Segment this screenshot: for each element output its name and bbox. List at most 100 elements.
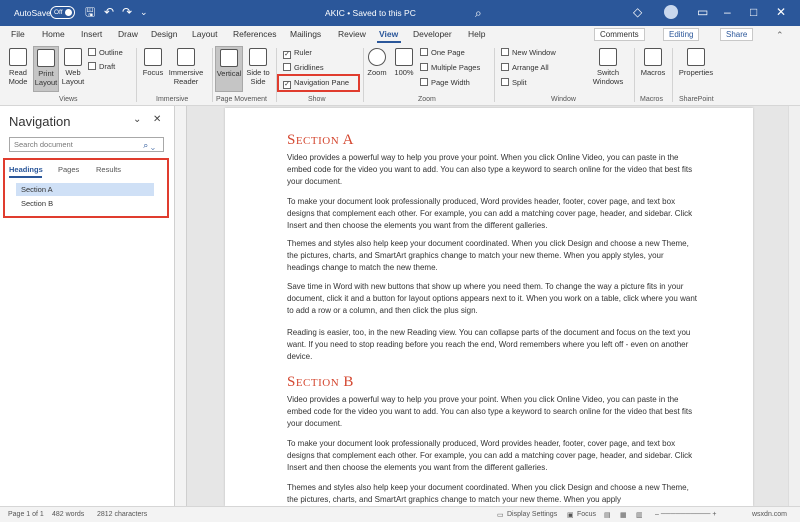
new-window-button[interactable]: New Window	[501, 48, 556, 58]
read-mode-icon[interactable]: ▤	[604, 511, 611, 519]
page-icon	[37, 49, 55, 67]
checkmark-icon: ✓	[283, 51, 291, 59]
zoom-100-button[interactable]: 100%	[392, 48, 416, 77]
tab-insert[interactable]: Insert	[81, 29, 102, 39]
web-layout-button[interactable]: Web Layout	[61, 48, 85, 86]
side-to-side-button[interactable]: Side to Side	[245, 48, 271, 86]
multiple-pages-icon	[420, 63, 428, 71]
macros-button[interactable]: Macros	[638, 48, 668, 77]
tab-layout[interactable]: Layout	[192, 29, 218, 39]
checkbox-icon	[283, 63, 291, 71]
navigation-pane-highlight	[277, 74, 360, 92]
macros-label: Macros	[640, 68, 666, 77]
ruler-checkbox[interactable]: ✓ Ruler	[283, 48, 312, 59]
chevron-down-icon[interactable]: ⌄	[133, 114, 141, 125]
tab-home[interactable]: Home	[42, 29, 65, 39]
tab-view[interactable]: View	[379, 29, 398, 39]
tab-review[interactable]: Review	[338, 29, 366, 39]
focus-button[interactable]: Focus	[142, 48, 164, 77]
read-mode-button[interactable]: Read Mode	[6, 48, 30, 86]
search-icon[interactable]: ⌕ ⌄	[143, 139, 155, 152]
ribbon-display-icon[interactable]: ▭	[697, 5, 708, 19]
vertical-scrollbar[interactable]	[788, 106, 800, 506]
new-window-icon	[501, 48, 509, 56]
split-button[interactable]: Split	[501, 78, 527, 88]
section-b-heading[interactable]: Section B	[287, 374, 354, 391]
web-layout-icon[interactable]: ▥	[636, 511, 643, 519]
group-separator	[212, 48, 213, 102]
one-page-button[interactable]: One Page	[420, 48, 465, 58]
outline-icon	[88, 48, 96, 56]
outline-button[interactable]: Outline	[88, 48, 123, 58]
paragraph[interactable]: Themes and styles also help keep your do…	[287, 238, 697, 274]
avatar[interactable]	[664, 5, 678, 19]
paragraph[interactable]: Save time in Word with new buttons that …	[287, 281, 697, 317]
group-separator	[494, 48, 495, 102]
share-button[interactable]: Share	[720, 28, 754, 41]
word-count[interactable]: 482 words	[52, 511, 84, 518]
tab-draw[interactable]: Draw	[118, 29, 138, 39]
display-settings-icon[interactable]: ▭	[497, 511, 504, 519]
search-icon[interactable]: ⌕	[475, 6, 482, 21]
tab-references[interactable]: References	[233, 29, 276, 39]
paragraph[interactable]: Reading is easier, too, in the new Readi…	[287, 327, 697, 363]
zoom-100-label: 100%	[394, 68, 414, 77]
search-document-input[interactable]: Search document ⌕ ⌄	[9, 137, 164, 152]
character-count[interactable]: 2812 characters	[97, 511, 147, 518]
vertical-button[interactable]: Vertical	[215, 46, 243, 92]
maximize-icon[interactable]: □	[750, 5, 757, 19]
navigation-pane: Navigation ⌄ ✕ Search document ⌕ ⌄ Headi…	[0, 106, 175, 506]
arrange-all-label: Arrange All	[512, 63, 549, 72]
save-icon[interactable]: 🖫	[85, 5, 95, 19]
document-page[interactable]: Section A Video provides a powerful way …	[225, 108, 753, 506]
focus-icon	[144, 48, 162, 66]
paragraph[interactable]: Themes and styles also help keep your do…	[287, 482, 697, 506]
autosave-toggle[interactable]: Off	[50, 6, 75, 19]
gridlines-checkbox[interactable]: Gridlines	[283, 63, 324, 73]
editing-button[interactable]: Editing	[663, 28, 700, 41]
focus-status-button[interactable]: Focus	[577, 511, 596, 518]
tab-developer[interactable]: Developer	[413, 29, 452, 39]
diamond-icon[interactable]: ◇	[633, 5, 642, 19]
paragraph[interactable]: To make your document look professionall…	[287, 196, 697, 232]
ruler-label: Ruler	[294, 48, 312, 57]
minimize-icon[interactable]: –	[724, 5, 731, 19]
paragraph[interactable]: Video provides a powerful way to help yo…	[287, 394, 697, 430]
redo-icon[interactable]: ↷	[122, 5, 132, 19]
paragraph[interactable]: To make your document look professionall…	[287, 438, 697, 474]
immersive-reader-button[interactable]: Immersive Reader	[166, 48, 206, 86]
print-layout-icon[interactable]: ▦	[620, 511, 627, 519]
page-count[interactable]: Page 1 of 1	[8, 511, 44, 518]
sharepoint-group-label: SharePoint	[679, 96, 714, 103]
multiple-pages-button[interactable]: Multiple Pages	[420, 63, 480, 73]
window-group-label: Window	[551, 96, 576, 103]
page-width-button[interactable]: Page Width	[420, 78, 470, 88]
properties-button[interactable]: Properties	[676, 48, 716, 77]
ribbon-collapse-icon[interactable]: ⌃	[776, 28, 784, 42]
tab-file[interactable]: File	[11, 29, 25, 39]
paragraph[interactable]: Video provides a powerful way to help yo…	[287, 152, 697, 188]
tab-help[interactable]: Help	[468, 29, 485, 39]
customize-quick-access-icon[interactable]: ⌄	[140, 5, 148, 19]
zoom-button[interactable]: Zoom	[366, 48, 388, 77]
new-window-label: New Window	[512, 48, 556, 57]
close-pane-icon[interactable]: ✕	[153, 114, 161, 125]
magnifier-icon	[368, 48, 386, 66]
zoom-slider[interactable]: – ────────── +	[655, 511, 716, 518]
switch-windows-button[interactable]: Switch Windows	[589, 48, 627, 86]
undo-icon[interactable]: ↶	[104, 5, 114, 19]
close-icon[interactable]: ✕	[776, 5, 786, 19]
tab-mailings[interactable]: Mailings	[290, 29, 321, 39]
split-icon	[501, 78, 509, 86]
arrange-all-button[interactable]: Arrange All	[501, 63, 549, 73]
tab-design[interactable]: Design	[151, 29, 177, 39]
document-title: AKIC • Saved to this PC	[325, 8, 416, 18]
display-settings-button[interactable]: Display Settings	[507, 511, 557, 518]
focus-icon[interactable]: ▣	[567, 511, 574, 519]
print-layout-button[interactable]: Print Layout	[33, 46, 59, 92]
split-label: Split	[512, 78, 527, 87]
group-separator	[363, 48, 364, 102]
comments-button[interactable]: Comments	[594, 28, 645, 41]
draft-button[interactable]: Draft	[88, 62, 115, 72]
section-a-heading[interactable]: Section A	[287, 132, 354, 149]
